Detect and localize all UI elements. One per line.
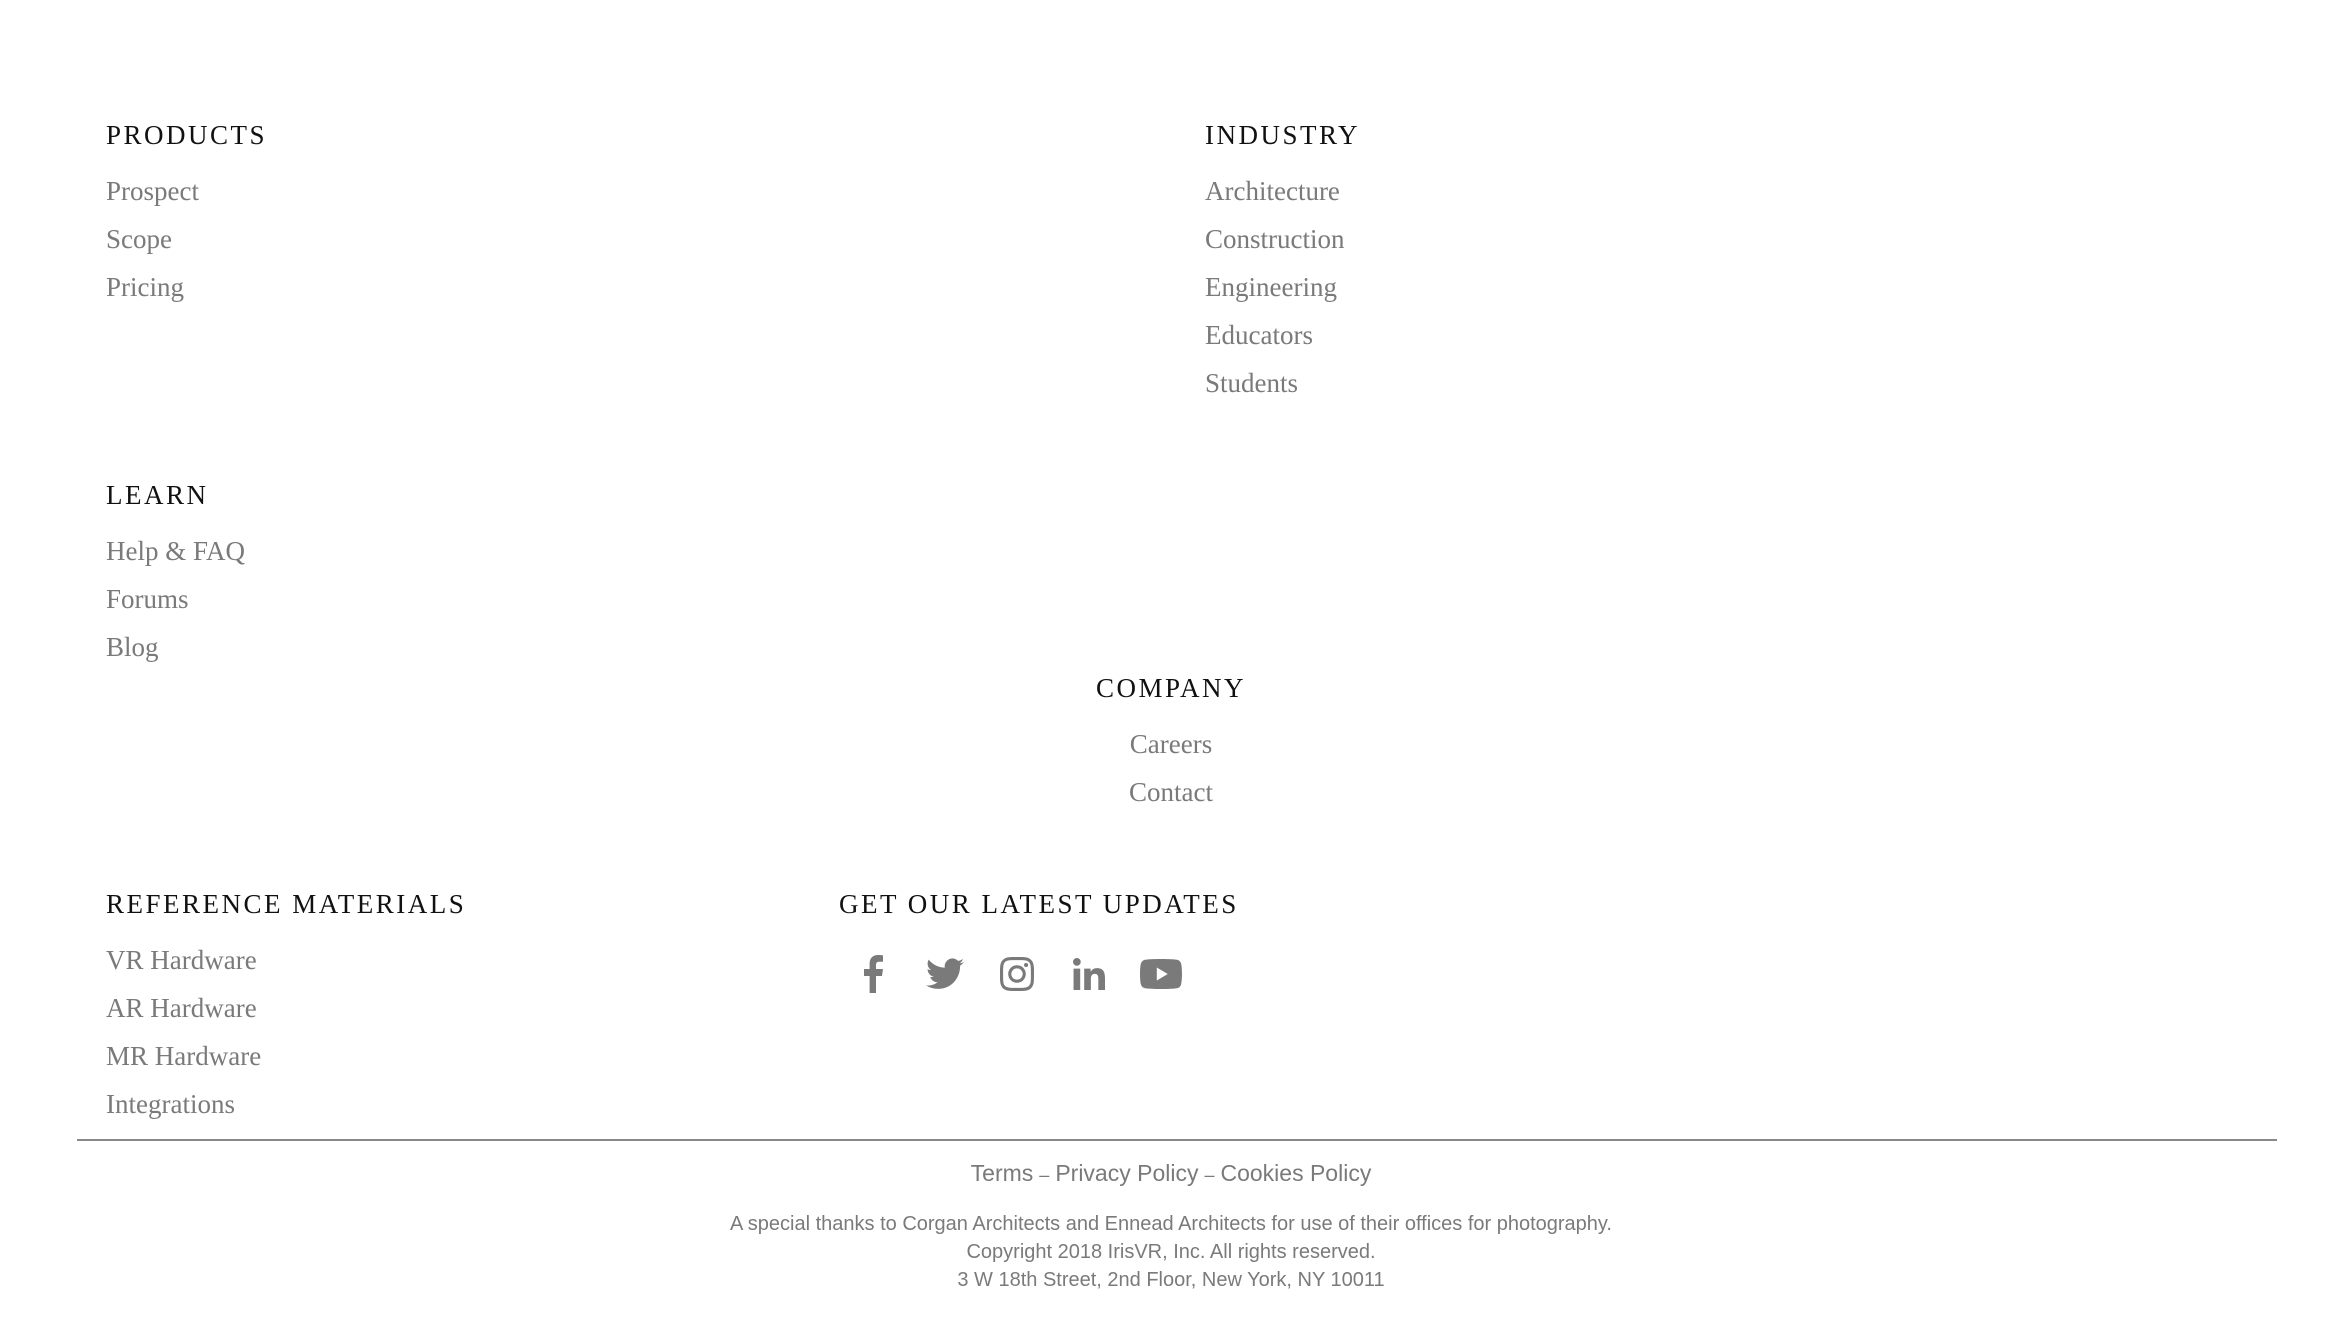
- twitter-link[interactable]: [909, 944, 981, 1004]
- linkedin-icon: [1073, 958, 1105, 990]
- products-heading: PRODUCTS: [106, 120, 268, 150]
- instagram-link[interactable]: [981, 944, 1053, 1004]
- industry-item: Students: [1205, 359, 1360, 407]
- updates-heading: GET OUR LATEST UPDATES: [839, 889, 1239, 919]
- industry-list: Architecture Construction Engineering Ed…: [1205, 167, 1360, 407]
- reference-heading: REFERENCE MATERIALS: [106, 889, 467, 919]
- footer-divider: [77, 1139, 2277, 1141]
- industry-link-construction[interactable]: Construction: [1205, 224, 1345, 255]
- industry-item: Engineering: [1205, 263, 1360, 311]
- social-links: [837, 944, 1239, 1004]
- industry-link-engineering[interactable]: Engineering: [1205, 272, 1337, 303]
- products-link-scope[interactable]: Scope: [106, 224, 172, 255]
- learn-link-help-faq[interactable]: Help & FAQ: [106, 536, 245, 567]
- youtube-icon: [1140, 959, 1182, 989]
- industry-item: Construction: [1205, 215, 1360, 263]
- products-link-prospect[interactable]: Prospect: [106, 176, 199, 207]
- instagram-icon: [1000, 957, 1034, 991]
- products-section: PRODUCTS Prospect Scope Pricing: [106, 122, 267, 311]
- products-item: Prospect: [106, 167, 267, 215]
- company-item: Careers: [1021, 720, 1321, 768]
- reference-link-mr-hardware[interactable]: MR Hardware: [106, 1041, 261, 1072]
- industry-item: Architecture: [1205, 167, 1360, 215]
- terms-link[interactable]: Terms: [971, 1160, 1034, 1186]
- company-item: Contact: [1021, 768, 1321, 816]
- company-link-careers[interactable]: Careers: [1130, 729, 1212, 760]
- industry-item: Educators: [1205, 311, 1360, 359]
- legal-separator: –: [1039, 1165, 1050, 1185]
- industry-link-architecture[interactable]: Architecture: [1205, 176, 1340, 207]
- industry-link-educators[interactable]: Educators: [1205, 320, 1313, 351]
- learn-list: Help & FAQ Forums Blog: [106, 527, 245, 671]
- industry-link-students[interactable]: Students: [1205, 368, 1298, 399]
- privacy-policy-link[interactable]: Privacy Policy: [1055, 1160, 1198, 1186]
- learn-link-blog[interactable]: Blog: [106, 632, 159, 663]
- reference-item: Integrations: [106, 1080, 466, 1128]
- twitter-icon: [926, 958, 964, 989]
- updates-section: GET OUR LATEST UPDATES: [839, 891, 1239, 1004]
- reference-item: VR Hardware: [106, 936, 466, 984]
- reference-link-vr-hardware[interactable]: VR Hardware: [106, 945, 257, 976]
- learn-link-forums[interactable]: Forums: [106, 584, 189, 615]
- learn-item: Help & FAQ: [106, 527, 245, 575]
- legal-links: Terms – Privacy Policy – Cookies Policy: [0, 1160, 2342, 1187]
- company-link-contact[interactable]: Contact: [1129, 777, 1213, 808]
- legal-separator: –: [1204, 1165, 1215, 1185]
- learn-section: LEARN Help & FAQ Forums Blog: [106, 482, 245, 671]
- products-link-pricing[interactable]: Pricing: [106, 272, 184, 303]
- reference-list: VR Hardware AR Hardware MR Hardware Inte…: [106, 936, 466, 1128]
- facebook-link[interactable]: [837, 944, 909, 1004]
- linkedin-link[interactable]: [1053, 944, 1125, 1004]
- learn-heading: LEARN: [106, 480, 209, 510]
- facebook-icon: [864, 955, 883, 993]
- products-item: Scope: [106, 215, 267, 263]
- products-item: Pricing: [106, 263, 267, 311]
- company-heading: COMPANY: [1095, 673, 1247, 703]
- cookies-policy-link[interactable]: Cookies Policy: [1220, 1160, 1371, 1186]
- photography-credit: A special thanks to Corgan Architects an…: [730, 1213, 1612, 1235]
- industry-heading: INDUSTRY: [1205, 120, 1361, 150]
- reference-item: MR Hardware: [106, 1032, 466, 1080]
- address-text: 3 W 18th Street, 2nd Floor, New York, NY…: [957, 1269, 1385, 1291]
- industry-section: INDUSTRY Architecture Construction Engin…: [1205, 122, 1360, 407]
- learn-item: Blog: [106, 623, 245, 671]
- reference-link-integrations[interactable]: Integrations: [106, 1089, 235, 1120]
- copyright-text: Copyright 2018 IrisVR, Inc. All rights r…: [966, 1241, 1376, 1263]
- reference-section: REFERENCE MATERIALS VR Hardware AR Hardw…: [106, 891, 466, 1128]
- reference-link-ar-hardware[interactable]: AR Hardware: [106, 993, 257, 1024]
- company-section: COMPANY Careers Contact: [1021, 675, 1321, 816]
- products-list: Prospect Scope Pricing: [106, 167, 267, 311]
- reference-item: AR Hardware: [106, 984, 466, 1032]
- learn-item: Forums: [106, 575, 245, 623]
- company-list: Careers Contact: [1021, 720, 1321, 816]
- youtube-link[interactable]: [1125, 944, 1197, 1004]
